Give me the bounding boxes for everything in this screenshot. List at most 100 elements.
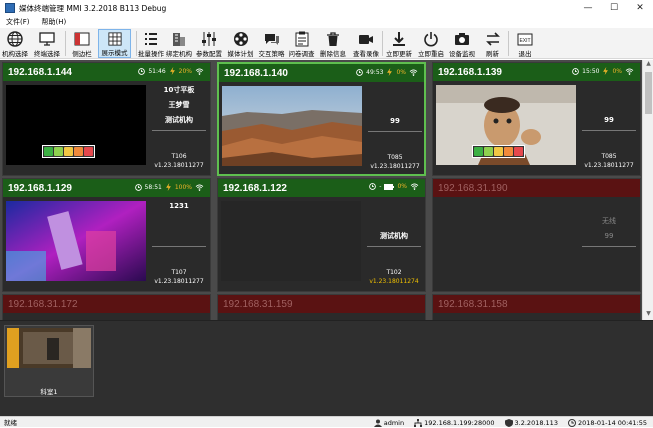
clock-icon: [134, 183, 142, 191]
menu-file[interactable]: 文件(F): [0, 17, 36, 27]
terminal-info: 10寸平板 王梦雪 测试机构 T106 v1.23.18011277: [149, 83, 209, 175]
terminal-card[interactable]: 192.168.1.139 15:50 0% 99 T085 v1.23.18011277: [432, 62, 641, 176]
title-bar: 媒体终端管理 MMI 3.2.2018 B113 Debug — ☐ ✕: [0, 0, 653, 16]
terminal-info: 99 T085 v1.23.18011277: [365, 84, 425, 176]
terminal-info-line: [149, 229, 209, 244]
toolbar-button-10[interactable]: 删除信息: [318, 29, 348, 58]
wifi-icon: [625, 67, 634, 75]
clock-icon: [138, 67, 146, 75]
terminal-card[interactable]: 192.168.1.122 - 0% 测试机构 T102 v1.23.18011274: [217, 178, 426, 292]
toolbar-button-6[interactable]: 参数配置: [194, 29, 224, 58]
toolbar-button-label: 立即更新: [386, 50, 412, 58]
chat-icon: [264, 34, 279, 45]
scroll-up-icon[interactable]: ▲: [643, 60, 653, 70]
rating-face-icon: [474, 147, 483, 156]
power-icon: [424, 32, 438, 47]
toolbar-button-16[interactable]: EXIT 退出: [510, 29, 540, 58]
terminal-ip: 192.168.31.172: [8, 298, 78, 310]
toolbar-button-14[interactable]: 设备监视: [446, 29, 478, 58]
terminal-info-line: [364, 199, 424, 214]
divider: [152, 246, 206, 247]
terminal-time: -: [379, 183, 382, 190]
monitor-icon: [39, 32, 55, 46]
terminal-card[interactable]: 192.168.31.159: [217, 294, 426, 320]
terminal-header: 192.168.1.140 49:53 0%: [219, 64, 424, 82]
terminal-header: 192.168.1.122 - 0%: [218, 179, 425, 197]
toolbar-button-13[interactable]: 立即重启: [416, 29, 446, 58]
terminal-card[interactable]: 192.168.31.190 无线 99: [432, 178, 641, 292]
menu-help[interactable]: 帮助(H): [36, 17, 73, 27]
terminal-id: T106: [171, 153, 187, 160]
terminal-version: v1.23.18011274: [369, 278, 419, 285]
toolbar-button-15[interactable]: 刷新: [479, 29, 506, 58]
rating-face-icon: [514, 147, 523, 156]
toolbar-button-9[interactable]: 问卷调查: [286, 29, 317, 58]
terminal-info-line: 99: [604, 116, 614, 124]
terminal-card[interactable]: 192.168.31.158: [432, 294, 641, 320]
scroll-thumb[interactable]: [645, 72, 652, 114]
rating-face-icon: [484, 147, 493, 156]
divider: [152, 130, 206, 131]
toolbar-button-label: 参数配置: [196, 50, 222, 58]
maximize-button[interactable]: ☐: [601, 0, 627, 16]
sliders-icon: [202, 32, 216, 46]
terminal-status: 15:50 0%: [572, 67, 634, 75]
toolbar-button-5[interactable]: 绑定机构: [165, 29, 193, 58]
terminal-preview: [221, 201, 361, 281]
clock-icon: [572, 67, 579, 75]
toolbar-button-4[interactable]: 批量操作: [138, 29, 164, 58]
terminal-info-line: [364, 214, 424, 229]
terminal-id: T085: [601, 153, 617, 160]
terminal-ip: 192.168.31.190: [438, 182, 508, 194]
toolbar-button-label: 查看录像: [353, 50, 379, 58]
toolbar-button-11[interactable]: 查看录像: [349, 29, 383, 58]
terminal-card[interactable]: 192.168.1.129 58:51 100% 1231 T107 v1.23.1801…: [2, 178, 211, 292]
clipboard-icon: [295, 31, 308, 47]
divider: [582, 246, 636, 247]
terminal-info-line: 1231: [169, 202, 189, 210]
toolbar-button-8[interactable]: 交互策略: [258, 29, 285, 58]
terminal-version: v1.23.18011277: [584, 162, 634, 169]
terminal-header: 192.168.1.144 51:46 20%: [3, 63, 210, 81]
toolbar-button-label: 删除信息: [320, 50, 346, 58]
clock-icon: [567, 418, 576, 427]
rating-face-icon: [54, 147, 63, 156]
terminal-card[interactable]: 192.168.31.172: [2, 294, 211, 320]
exit-icon: EXIT: [517, 33, 533, 46]
terminal-ip: 192.168.1.122: [223, 182, 287, 194]
toolbar-button-3[interactable]: 展示模式: [98, 29, 131, 58]
terminal-preview: [222, 86, 362, 166]
wifi-icon: [410, 183, 419, 190]
toolbar-button-2[interactable]: 侧边栏: [67, 29, 97, 58]
terminal-card[interactable]: 192.168.1.140 49:53 0% 99 T085 v1.23.18011277: [217, 62, 426, 176]
group-tile[interactable]: 科室1: [4, 325, 94, 397]
terminal-info-line: 测试机构: [380, 232, 408, 240]
scroll-down-icon[interactable]: ▼: [643, 310, 653, 320]
divider: [368, 131, 422, 132]
window-title: 媒体终端管理 MMI 3.2.2018 B113 Debug: [19, 3, 167, 13]
terminal-version: v1.23.18011277: [154, 162, 204, 169]
terminal-info-line: [365, 84, 425, 99]
terminal-card[interactable]: 192.168.1.144 51:46 20% 10寸平板 王梦雪 测试机构 T106 v1.…: [2, 62, 211, 176]
shield-icon: [504, 418, 513, 427]
terminal-ip: 192.168.1.144: [8, 66, 72, 78]
close-button[interactable]: ✕: [627, 0, 653, 16]
toolbar-button-1[interactable]: 终端选择: [29, 29, 65, 58]
toolbar-button-12[interactable]: 立即更新: [384, 29, 414, 58]
terminal-info-line: [365, 99, 425, 114]
grid-scrollbar[interactable]: ▲ ▼: [642, 60, 653, 320]
toolbar-button-label: 终端选择: [34, 50, 60, 58]
refresh-icon: [485, 32, 500, 46]
status-bar: 就绪 admin 192.168.1.199:28000 3.2.2018.11…: [0, 416, 653, 427]
divider: [582, 130, 636, 131]
status-user: admin: [373, 419, 404, 427]
toolbar-button-label: 媒体计划: [227, 50, 254, 58]
terminal-info-line: 99: [390, 117, 400, 125]
charging-icon: [165, 183, 171, 191]
list-icon: [145, 33, 157, 45]
svg-text:EXIT: EXIT: [519, 38, 530, 44]
toolbar-button-7[interactable]: 媒体计划: [225, 29, 256, 58]
terminal-info-line: 测试机构: [165, 116, 193, 124]
toolbar-button-0[interactable]: 机构选择: [2, 29, 28, 58]
minimize-button[interactable]: —: [575, 0, 601, 16]
